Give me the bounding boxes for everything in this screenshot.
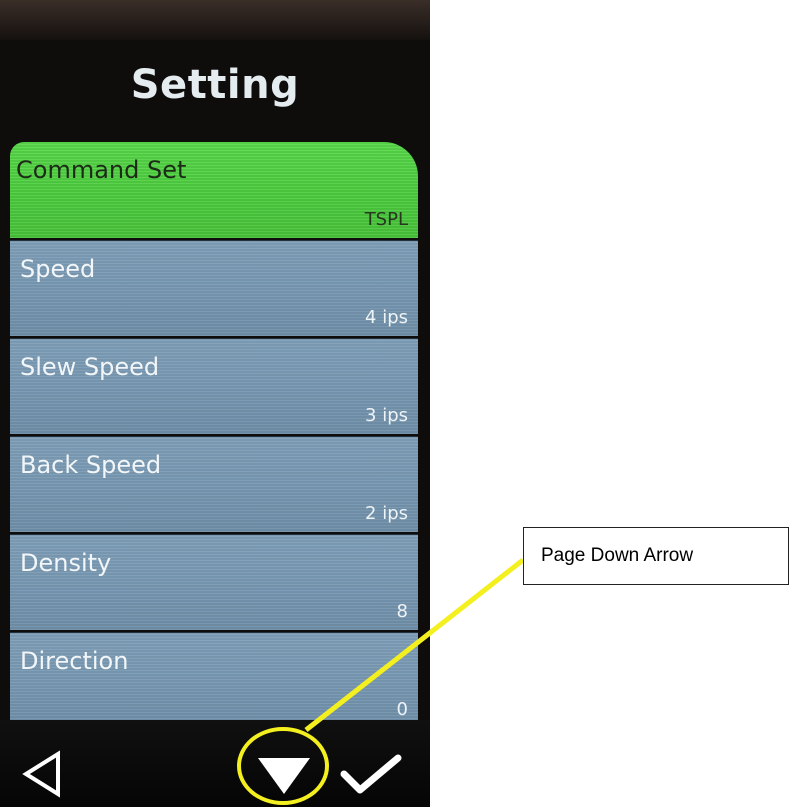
setting-value: 0 bbox=[396, 699, 408, 720]
setting-label: Back Speed bbox=[20, 451, 162, 479]
settings-list: Command Set TSPL Speed 4 ips Slew Speed … bbox=[10, 142, 418, 730]
setting-value: 3 ips bbox=[365, 405, 408, 426]
setting-label: Speed bbox=[20, 255, 96, 283]
callout-text: Page Down Arrow bbox=[541, 545, 694, 566]
setting-value: 8 bbox=[396, 601, 408, 622]
setting-item-back-speed[interactable]: Back Speed 2 ips bbox=[10, 436, 418, 532]
setting-item-density[interactable]: Density 8 bbox=[10, 534, 418, 630]
navigation-bar bbox=[0, 720, 430, 807]
setting-item-command-set[interactable]: Command Set TSPL bbox=[10, 142, 418, 238]
page-down-highlight-ring bbox=[237, 727, 329, 805]
confirm-button[interactable] bbox=[340, 750, 402, 798]
back-button[interactable] bbox=[20, 750, 64, 798]
setting-value: 4 ips bbox=[365, 307, 408, 328]
display-bezel-top bbox=[0, 0, 430, 40]
screen-title: Setting bbox=[130, 62, 300, 108]
setting-label: Density bbox=[20, 549, 112, 577]
setting-label: Direction bbox=[20, 647, 129, 675]
setting-value: TSPL bbox=[364, 209, 408, 230]
setting-item-slew-speed[interactable]: Slew Speed 3 ips bbox=[10, 338, 418, 434]
setting-label: Command Set bbox=[16, 156, 187, 184]
callout-label: Page Down Arrow bbox=[523, 527, 789, 585]
checkmark-icon bbox=[340, 754, 402, 794]
page: Setting Command Set TSPL Speed 4 ips Sle… bbox=[0, 0, 793, 807]
setting-item-speed[interactable]: Speed 4 ips bbox=[10, 240, 418, 336]
setting-label: Slew Speed bbox=[20, 353, 160, 381]
setting-value: 2 ips bbox=[365, 503, 408, 524]
printer-display: Setting Command Set TSPL Speed 4 ips Sle… bbox=[0, 0, 430, 807]
triangle-left-outline-icon bbox=[22, 750, 60, 798]
setting-item-direction[interactable]: Direction 0 bbox=[10, 632, 418, 728]
